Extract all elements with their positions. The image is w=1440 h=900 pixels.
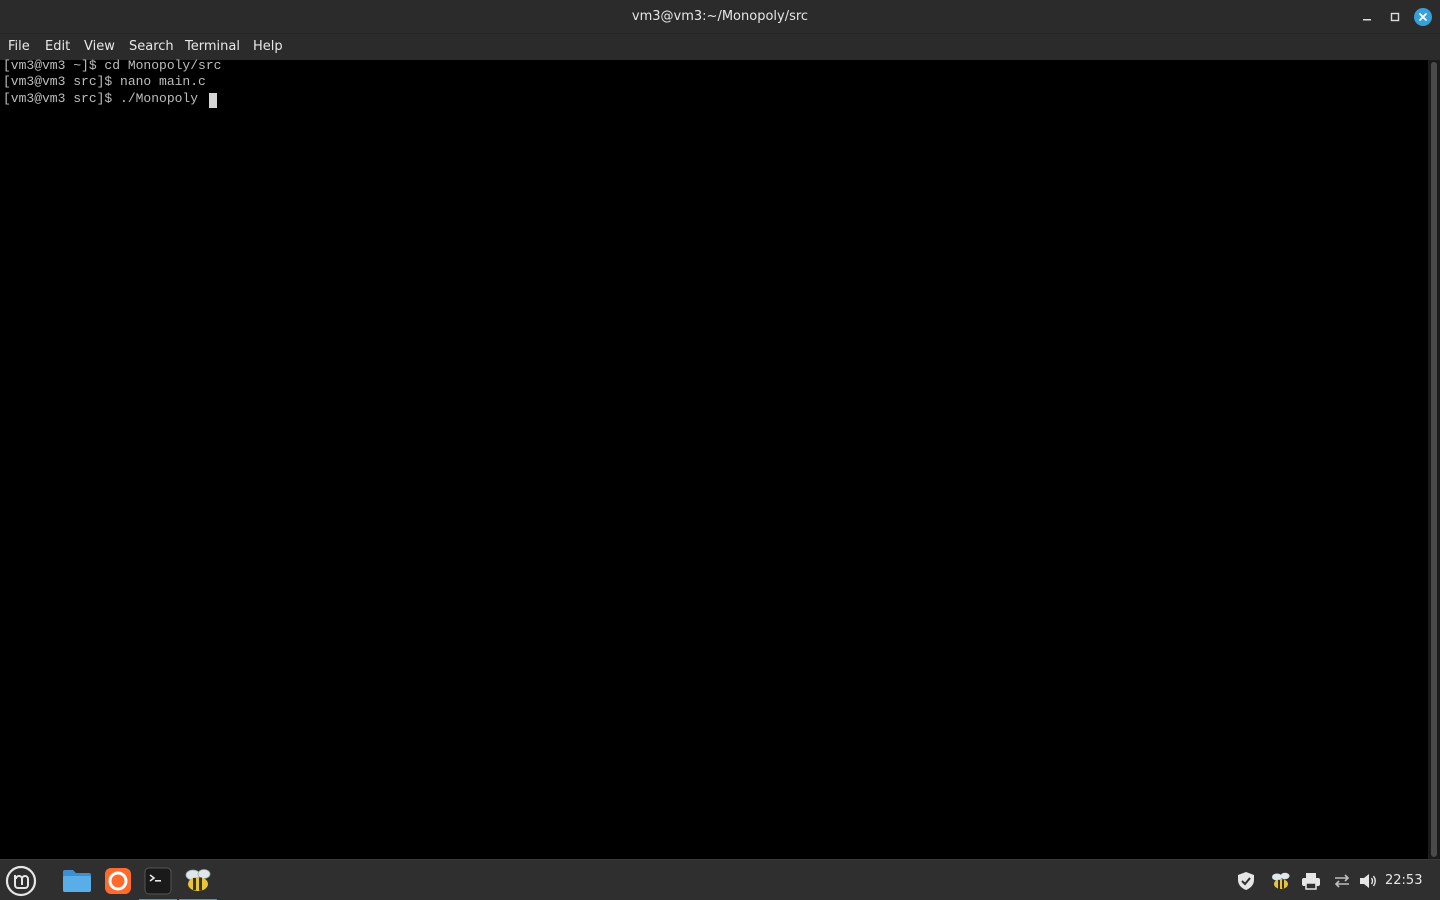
volume-tray[interactable] [1357,870,1379,892]
maximize-button[interactable] [1385,7,1405,27]
shield-icon [1238,872,1254,890]
files-folder-icon [63,869,91,892]
scrollbar-thumb[interactable] [1431,62,1437,857]
bee-app-launcher[interactable] [179,860,217,900]
terminal-line: [vm3@vm3 src]$ nano main.c [3,74,206,89]
menu-search[interactable]: Search [129,34,174,60]
minimize-button[interactable] [1357,7,1377,27]
mint-menu-button[interactable] [2,860,40,900]
minimize-icon [1363,19,1371,21]
menu-file[interactable]: File [8,34,30,60]
firefox-launcher[interactable] [99,860,137,900]
terminal-area[interactable]: [vm3@vm3 ~]$ cd Monopoly/src [vm3@vm3 sr… [0,58,1428,859]
printer-tray[interactable] [1300,870,1322,892]
terminal-scrollbar[interactable] [1428,60,1440,859]
menu-terminal[interactable]: Terminal [185,34,240,60]
clock[interactable]: 22:53 [1385,860,1422,900]
title-bar[interactable]: vm3@vm3:~/Monopoly/src [0,0,1440,34]
bee-app-icon [185,868,211,891]
files-launcher[interactable] [58,860,96,900]
menu-view[interactable]: View [84,34,115,60]
firefox-icon [105,867,131,894]
shield-tray[interactable] [1235,870,1257,892]
mint-menu-icon [5,865,37,896]
menu-help[interactable]: Help [253,34,283,60]
terminal-cursor [209,93,217,108]
menu-edit[interactable]: Edit [45,34,70,60]
taskbar: 22:53 [0,859,1440,900]
terminal-launcher[interactable] [139,860,177,900]
terminal-line: [vm3@vm3 ~]$ cd Monopoly/src [3,58,222,73]
network-icon [1334,874,1350,888]
printer-icon [1302,873,1320,890]
close-button[interactable] [1413,7,1433,27]
bee-tray[interactable] [1270,870,1292,892]
menu-bar: File Edit View Search Terminal Help [0,34,1440,60]
terminal-icon [144,867,172,894]
terminal-line: [vm3@vm3 src]$ ./Monopoly [3,91,206,106]
window-title: vm3@vm3:~/Monopoly/src [631,9,809,24]
network-tray[interactable] [1331,870,1353,892]
volume-icon [1360,874,1376,888]
bee-tray-icon [1272,872,1290,889]
close-icon [1419,13,1427,21]
maximize-icon [1390,12,1400,22]
